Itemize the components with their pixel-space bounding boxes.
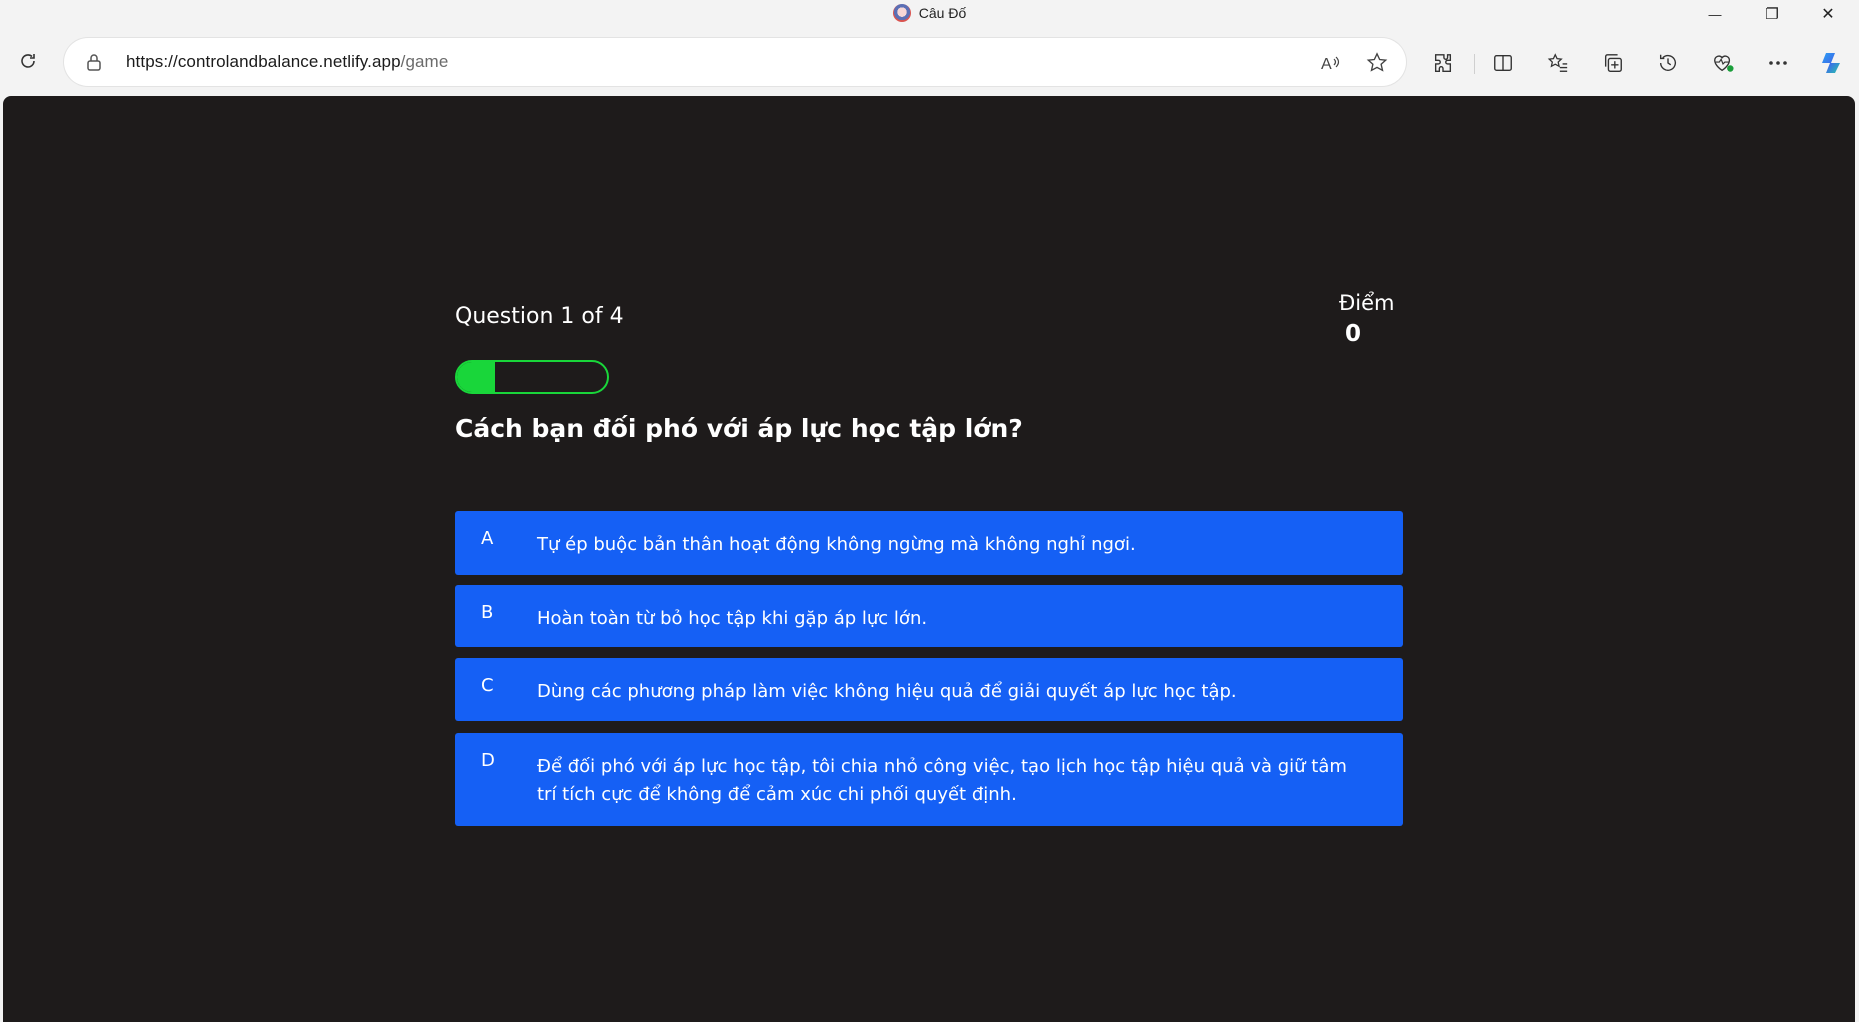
collections-icon[interactable]	[1598, 48, 1628, 78]
svg-text:A: A	[1321, 56, 1332, 73]
answer-option-a[interactable]: A Tự ép buộc bản thân hoạt động không ng…	[455, 511, 1403, 575]
question-counter: Question 1 of 4	[455, 304, 624, 329]
extensions-icon[interactable]	[1428, 48, 1458, 78]
progress-bar-fill	[457, 362, 495, 392]
answer-text: Dùng các phương pháp làm việc không hiệu…	[537, 681, 1237, 702]
window-title-group: Câu Đố	[0, 4, 1859, 22]
minimize-button[interactable]: —	[1688, 0, 1742, 28]
answer-text: Để đối phó với áp lực học tập, tôi chia …	[537, 756, 1347, 805]
close-icon: ✕	[1821, 6, 1835, 23]
address-bar[interactable]: https://controlandbalance.netlify.app/ga…	[64, 38, 1406, 86]
toolbar-separator	[1474, 54, 1475, 74]
minimize-icon: —	[1708, 6, 1722, 22]
page-viewport: Question 1 of 4 Điểm 0 Cách bạn đối phó …	[3, 96, 1855, 1022]
answer-letter: D	[481, 750, 495, 771]
answer-option-d[interactable]: D Để đối phó với áp lực học tập, tôi chi…	[455, 733, 1403, 826]
score-label: Điểm	[1339, 291, 1395, 315]
url-host: https://controlandbalance.netlify.app	[126, 52, 401, 71]
restore-icon: ❐	[1765, 6, 1779, 23]
copilot-icon[interactable]	[1817, 48, 1847, 78]
split-screen-icon[interactable]	[1488, 48, 1518, 78]
site-favicon-icon	[892, 4, 911, 22]
reload-button[interactable]	[12, 45, 44, 77]
answer-letter: B	[481, 602, 494, 623]
question-text: Cách bạn đối phó với áp lực học tập lớn?	[455, 414, 1023, 443]
answer-option-b[interactable]: B Hoàn toàn từ bỏ học tập khi gặp áp lực…	[455, 585, 1403, 647]
url-path: /game	[400, 52, 449, 71]
reload-icon	[21, 54, 35, 68]
answer-option-c[interactable]: C Dùng các phương pháp làm việc không hi…	[455, 658, 1403, 721]
read-aloud-icon[interactable]: A	[1318, 50, 1344, 76]
lock-icon[interactable]	[84, 52, 104, 72]
close-window-button[interactable]: ✕	[1801, 0, 1855, 28]
favorites-icon[interactable]	[1543, 48, 1573, 78]
answer-text: Hoàn toàn từ bỏ học tập khi gặp áp lực l…	[537, 608, 928, 629]
answer-letter: C	[481, 675, 494, 696]
browser-toolbar: https://controlandbalance.netlify.app/ga…	[0, 28, 1859, 94]
window-title: Câu Đố	[918, 5, 967, 21]
favorite-star-icon[interactable]	[1364, 50, 1390, 76]
answer-letter: A	[481, 528, 494, 549]
title-bar: Câu Đố — ❐ ✕	[0, 0, 1859, 28]
score-value: 0	[1345, 321, 1362, 347]
answer-text: Tự ép buộc bản thân hoạt động không ngừn…	[537, 534, 1136, 555]
history-icon[interactable]	[1653, 48, 1683, 78]
restore-button[interactable]: ❐	[1745, 0, 1799, 28]
progress-bar	[455, 360, 609, 394]
url-text[interactable]: https://controlandbalance.netlify.app/ga…	[126, 52, 448, 72]
browser-essentials-icon[interactable]	[1708, 48, 1738, 78]
more-icon[interactable]	[1763, 48, 1793, 78]
